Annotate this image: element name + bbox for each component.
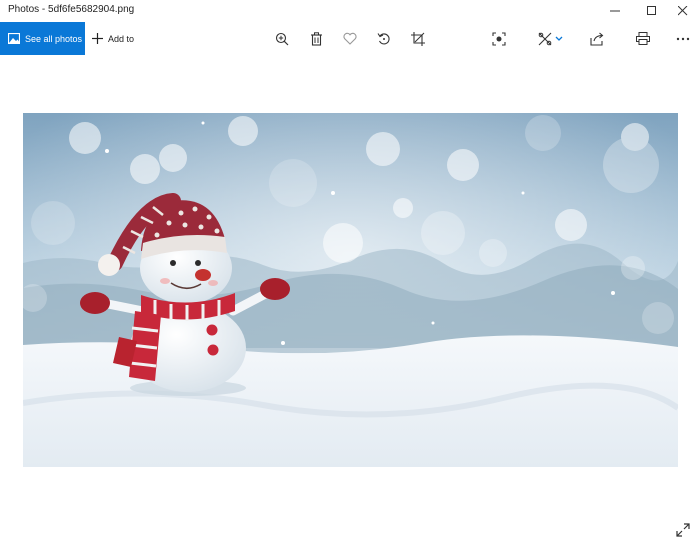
photo-snowman[interactable] [23, 113, 678, 467]
rotate-icon [377, 32, 390, 44]
enhance-icon [492, 31, 506, 46]
add-to-label: Add to [108, 33, 135, 44]
more-options-button[interactable] [672, 22, 694, 55]
zoom-in-button[interactable] [271, 22, 293, 55]
image-viewer [0, 55, 700, 547]
window-title: Photos - 5df6fe5682904.png [8, 4, 135, 15]
favorite-button[interactable] [339, 22, 361, 55]
see-all-photos-button[interactable]: See all photos [0, 22, 85, 55]
share-button[interactable] [586, 22, 608, 55]
see-all-photos-label: See all photos [25, 33, 83, 44]
print-button[interactable] [632, 22, 654, 55]
edit-dropdown-button[interactable] [553, 22, 565, 55]
more-icon [676, 37, 690, 40]
chevron-down-icon [555, 36, 563, 41]
expand-icon [676, 523, 690, 537]
enhance-button[interactable] [488, 22, 510, 55]
maximize-icon [647, 6, 656, 15]
maximize-button[interactable] [635, 0, 669, 22]
delete-icon [310, 31, 322, 46]
toolbar: See all photos Add to [0, 22, 700, 55]
add-to-button[interactable]: Add to [92, 22, 134, 55]
delete-button[interactable] [305, 22, 327, 55]
minimize-icon [610, 10, 620, 12]
print-icon [636, 32, 650, 45]
title-bar: Photos - 5df6fe5682904.png [0, 0, 700, 22]
rotate-button[interactable] [373, 22, 395, 55]
share-icon [590, 32, 604, 46]
photos-icon [8, 32, 20, 45]
close-icon [678, 6, 688, 16]
plus-icon [92, 33, 103, 44]
crop-icon [411, 31, 425, 46]
crop-button[interactable] [407, 22, 429, 55]
edit-create-icon [538, 32, 552, 45]
close-button[interactable] [666, 0, 700, 22]
zoom-in-icon [275, 32, 289, 45]
favorite-icon [343, 32, 357, 45]
minimize-button[interactable] [598, 0, 632, 22]
fullscreen-button[interactable] [673, 520, 693, 540]
